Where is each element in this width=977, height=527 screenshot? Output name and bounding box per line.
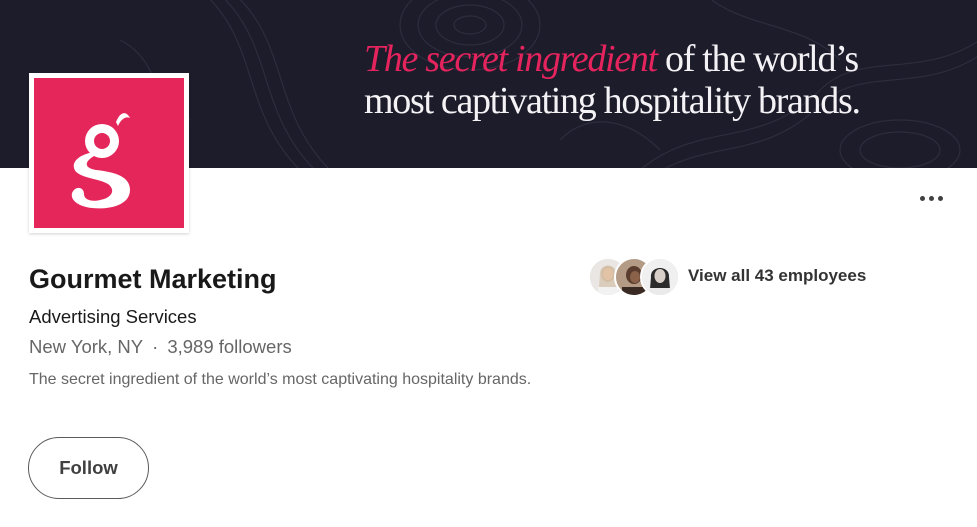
more-options-button[interactable] <box>908 182 954 214</box>
ellipsis-icon <box>919 195 925 201</box>
tagline-accent: The secret ingredient <box>364 38 658 80</box>
view-employees-link[interactable]: View all 43 employees <box>688 266 866 286</box>
logo-tile: g <box>34 78 184 228</box>
ellipsis-dot <box>928 195 934 201</box>
company-meta: New York, NY · 3,989 followers <box>29 335 292 359</box>
followers-count: 3,989 followers <box>167 336 292 357</box>
company-location: New York, NY <box>29 336 144 357</box>
company-name: Gourmet Marketing <box>29 264 277 294</box>
employee-avatars <box>588 256 680 297</box>
banner-tagline: The secret ingredient of the world’s mos… <box>364 38 964 122</box>
follow-button[interactable]: Follow <box>28 437 149 499</box>
avatar <box>640 257 680 297</box>
g-logo-icon: g <box>71 113 130 209</box>
company-page: The secret ingredient of the world’s mos… <box>0 0 977 527</box>
ellipsis-dot <box>937 195 943 201</box>
employees-link[interactable]: View all 43 employees <box>588 256 866 297</box>
company-industry: Advertising Services <box>29 306 197 327</box>
tagline-line2: most captivating hospitality brands. <box>364 80 861 122</box>
tagline-line1-rest: of the world’s <box>656 38 859 80</box>
company-logo[interactable]: g <box>29 73 189 233</box>
meta-separator: · <box>152 336 159 357</box>
company-tagline: The secret ingredient of the world’s mos… <box>29 371 532 388</box>
